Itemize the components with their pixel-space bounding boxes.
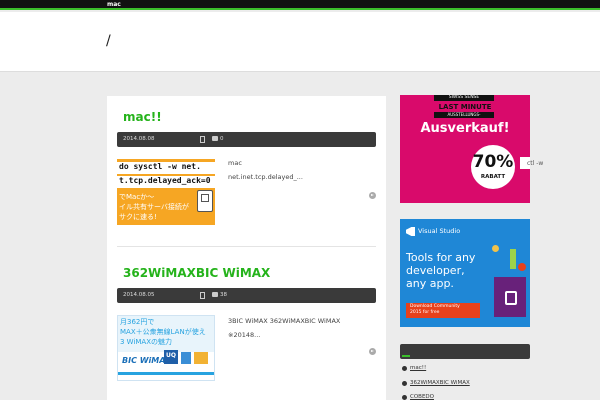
site-logo[interactable]: / xyxy=(106,33,111,49)
bullet-icon xyxy=(402,380,407,386)
thumb-text: do sysctl -w net. xyxy=(119,162,201,171)
post-title[interactable]: mac!! xyxy=(123,110,162,124)
comment-icon xyxy=(212,292,218,297)
device-icon xyxy=(194,352,208,364)
ad-banner-visual-studio[interactable]: Visual Studio Tools for any developer, a… xyxy=(400,219,530,327)
post-meta: 2014.08.05 38 xyxy=(117,288,376,303)
sidebar-widget-header xyxy=(400,344,530,359)
post-divider xyxy=(117,246,376,247)
ad-headline: LAST MINUTE xyxy=(438,103,492,111)
post-thumbnail[interactable]: do sysctl -w net. t.tcp.delayed_ack=0 でM… xyxy=(117,159,215,225)
comment-icon xyxy=(212,136,218,141)
thumb-caption: 月362円で MAX＋公衆無線LANが使え 3 WiMAXの魅力 xyxy=(120,318,206,346)
post-excerpt: 3BIC WiMAX 362WiMAXBIC WiMAX ※20148... xyxy=(228,317,341,339)
header: / xyxy=(0,12,600,72)
ad-brand: SWISS SENSE xyxy=(434,95,494,101)
site-name[interactable]: mac xyxy=(107,0,121,9)
discount-badge: 70% RABATT xyxy=(471,145,515,189)
ad-main: Ausverkauf! xyxy=(420,121,510,136)
recent-post-item[interactable]: 362WiMAXBIC WiMAX xyxy=(402,380,470,387)
bullet-icon xyxy=(402,394,407,400)
comment-count[interactable]: 38 xyxy=(220,288,227,303)
thumb-text: t.tcp.delayed_ack=0 xyxy=(119,176,211,185)
recent-post-item[interactable]: mac!! xyxy=(402,365,426,372)
ad-banner-swiss-sense[interactable]: SWISS SENSE LAST MINUTE AUSSTELLUNGS- Au… xyxy=(400,95,530,203)
ad-download-button[interactable]: Download Community 2015 for free xyxy=(406,303,480,318)
post-title[interactable]: 362WiMAXBIC WiMAX xyxy=(123,266,270,280)
read-more-icon[interactable] xyxy=(369,192,376,199)
thumb-caption: でMacか〜 イル共有サーバ接続が サクに速る! xyxy=(119,193,189,221)
post-date: 2014.08.08 xyxy=(123,136,155,142)
mac-icon xyxy=(197,190,213,212)
visual-studio-logo-icon xyxy=(406,227,415,236)
post-date: 2014.08.05 xyxy=(123,292,155,298)
read-more-icon[interactable] xyxy=(369,348,376,355)
top-bar: mac xyxy=(0,0,600,10)
category-icon xyxy=(200,136,205,143)
comment-count[interactable]: 0 xyxy=(220,132,224,147)
ad-subline: AUSSTELLUNGS- xyxy=(434,112,494,118)
post-excerpt: mac net.inet.tcp.delayed_... xyxy=(228,159,303,181)
bullet-icon xyxy=(402,365,407,371)
main-content: mac!! 2014.08.08 0 do sysctl -w net. t.t… xyxy=(107,96,386,400)
uq-logo: UQ xyxy=(164,350,178,364)
recent-post-item[interactable]: COBEDO xyxy=(402,394,434,400)
category-icon xyxy=(200,292,205,299)
ad-tagline: Tools for any developer, any app. xyxy=(406,251,476,290)
ad-product: Visual Studio xyxy=(418,227,461,235)
device-icon xyxy=(181,352,191,364)
sidebar-overflow-text: ctl -w xyxy=(527,160,544,167)
post-thumbnail[interactable]: 月362円で MAX＋公衆無線LANが使え 3 WiMAXの魅力 BIC WiM… xyxy=(117,315,215,381)
post-meta: 2014.08.08 0 xyxy=(117,132,376,147)
